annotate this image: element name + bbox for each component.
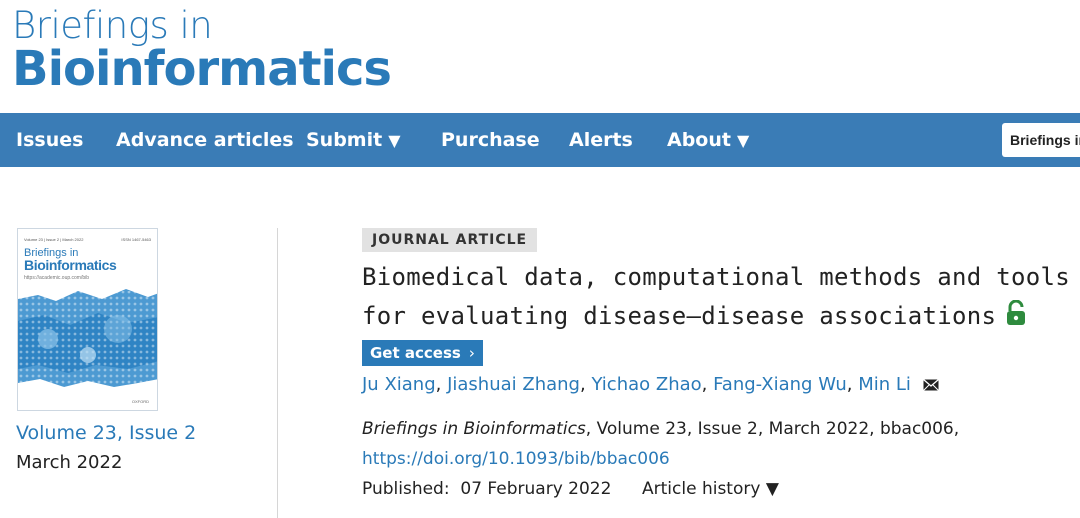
open-lock-icon <box>1006 299 1026 338</box>
published-date: 07 February 2022 <box>460 479 612 499</box>
author-separator: , <box>435 374 448 395</box>
journal-logo[interactable]: Briefings in Bioinformatics <box>12 4 392 97</box>
nav-alerts-label: Alerts <box>569 129 633 151</box>
chevron-right-icon: › <box>468 344 475 362</box>
nav-submit-label: Submit <box>306 129 383 151</box>
author-link[interactable]: Fang-Xiang Wu <box>713 374 847 395</box>
author-link[interactable]: Yichao Zhao <box>591 374 701 395</box>
author-link[interactable]: Min Li <box>858 374 911 395</box>
envelope-icon[interactable] <box>922 375 939 396</box>
article-title-line1: Biomedical data, computational methods a… <box>362 263 1070 291</box>
author-link[interactable]: Ju Xiang <box>362 374 436 395</box>
column-divider <box>277 228 278 518</box>
get-access-label: Get access <box>370 344 461 362</box>
cover-publisher: OXFORD <box>131 399 149 404</box>
logo-line2: Bioinformatics <box>12 41 392 97</box>
nav-advance-articles-label: Advance articles <box>116 129 294 151</box>
author-separator: , <box>701 374 714 395</box>
nav-submit[interactable]: Submit ▼ <box>306 113 401 167</box>
nav-about[interactable]: About ▼ <box>667 113 749 167</box>
search-scope-select[interactable]: Briefings in <box>1002 123 1080 157</box>
citation-line: Briefings in Bioinformatics, Volume 23, … <box>362 419 959 439</box>
nav-issues[interactable]: Issues <box>16 113 83 167</box>
author-list: Ju Xiang, Jiashuai Zhang, Yichao Zhao, F… <box>362 374 939 396</box>
caret-down-icon: ▼ <box>736 131 750 150</box>
article-title-line2-text: for evaluating disease–disease associati… <box>362 302 997 330</box>
citation-journal: Briefings in Bioinformatics <box>362 419 586 439</box>
nav-issues-label: Issues <box>16 129 84 151</box>
volume-issue-link[interactable]: Volume 23, Issue 2 <box>16 422 196 444</box>
article-type-badge: JOURNAL ARTICLE <box>362 228 538 252</box>
main-navbar: Issues Advance articles Submit ▼ Purchase… <box>0 113 1080 167</box>
published-info: Published: 07 February 2022 <box>362 479 611 499</box>
cover-artwork <box>18 289 157 387</box>
published-label: Published: <box>362 479 450 499</box>
article-title: Biomedical data, computational methods a… <box>362 258 1080 338</box>
nav-about-label: About <box>667 129 731 151</box>
issue-cover-image[interactable]: Volume 23 | Issue 2 | March 2022 ISSN 14… <box>17 228 158 411</box>
issue-date: March 2022 <box>16 452 123 473</box>
nav-purchase[interactable]: Purchase <box>441 113 540 167</box>
author-link[interactable]: Jiashuai Zhang <box>447 374 580 395</box>
nav-alerts[interactable]: Alerts <box>569 113 633 167</box>
doi-link[interactable]: https://doi.org/10.1093/bib/bbac006 <box>362 449 670 469</box>
author-separator: , <box>579 374 592 395</box>
logo-line1: Briefings in <box>12 4 213 47</box>
nav-purchase-label: Purchase <box>441 129 540 151</box>
get-access-button[interactable]: Get access › <box>362 340 483 366</box>
article-title-line2: for evaluating disease–disease associati… <box>362 297 1080 338</box>
author-separator: , <box>846 374 859 395</box>
nav-advance-articles[interactable]: Advance articles <box>116 113 294 167</box>
citation-details: , Volume 23, Issue 2, March 2022, bbac00… <box>585 419 960 439</box>
article-history-toggle[interactable]: Article history ▼ <box>642 479 779 499</box>
caret-down-icon: ▼ <box>388 131 401 150</box>
